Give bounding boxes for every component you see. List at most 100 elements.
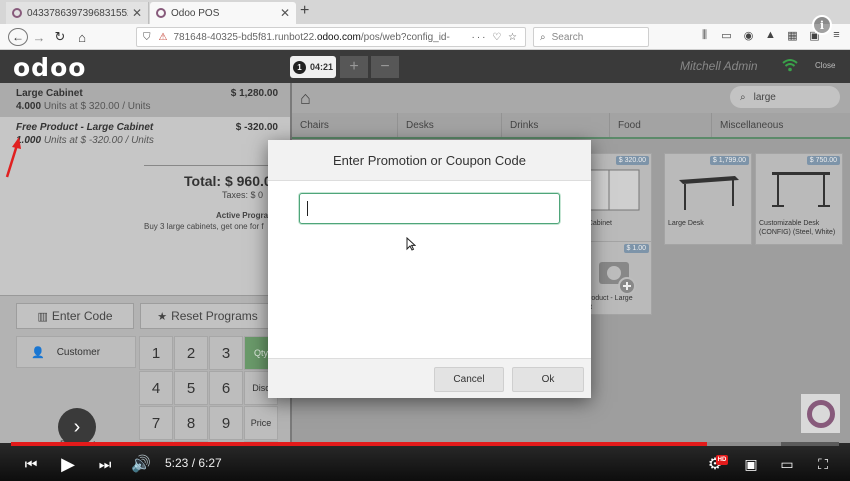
forward-arrow-icon[interactable]: → (32, 28, 46, 46)
text-caret (307, 201, 308, 216)
miniplayer-icon[interactable]: ▣ (740, 453, 762, 475)
order-line-price: $ -320.00 (235, 122, 278, 133)
chevron-right-icon: › (73, 415, 81, 438)
order-taxes: Taxes: $ 0 (222, 190, 264, 200)
category-miscellaneous[interactable]: Miscellaneous (712, 113, 850, 137)
odoo-favicon-icon (12, 8, 22, 18)
coupon-code-input[interactable] (299, 193, 560, 224)
search-icon: ⌕ (740, 91, 746, 103)
odoo-watermark-logo[interactable] (801, 394, 840, 433)
wifi-icon[interactable] (782, 57, 798, 73)
customer-label: Customer (56, 346, 101, 358)
numpad-key-7[interactable]: 7 (139, 406, 173, 440)
price-mode-button[interactable]: Price (244, 406, 278, 440)
active-programs-label: Active Progra (216, 211, 269, 220)
product-price: $ 750.00 (806, 156, 840, 165)
order-line-info: 1.000 Units at $ -320.00 / Units (16, 135, 282, 146)
page-actions-icon[interactable]: ··· ♡ ☆ (472, 32, 519, 43)
tab-title: Odoo POS (171, 7, 220, 19)
numpad-key-2[interactable]: 2 (174, 336, 208, 370)
reader-icon[interactable]: ▭ (720, 29, 733, 42)
url-prefix: 781648-40325-bd5f81.runbot22. (173, 31, 317, 43)
product-search-input[interactable]: ⌕ large (730, 86, 840, 108)
order-line-unit-info: Units at $ -320.00 / Units (43, 135, 154, 146)
numpad-key-1[interactable]: 1 (139, 336, 173, 370)
numpad-key-4[interactable]: 4 (139, 371, 173, 405)
category-food[interactable]: Food (610, 113, 712, 137)
product-card[interactable]: $ 1,799.00 Large Desk (664, 153, 752, 245)
new-tab-icon[interactable]: + (300, 2, 309, 20)
extension-2-icon[interactable]: ▦ (786, 29, 799, 42)
browser-tab-bar: 0433786397396831552 - ✕ Odoo POS ✕ + (0, 0, 850, 24)
control-panel: ▥ Enter Code ★ Reset Programs 👤 Customer… (0, 295, 290, 446)
numpad-key-8[interactable]: 8 (174, 406, 208, 440)
mouse-pointer-icon (406, 237, 416, 251)
user-name[interactable]: Mitchell Admin (680, 59, 758, 73)
browser-tab-1[interactable]: 0433786397396831552 - ✕ (6, 2, 149, 24)
close-tab-icon[interactable]: ✕ (280, 6, 290, 20)
remove-order-button[interactable]: − (371, 56, 399, 78)
next-icon[interactable]: ⏭ (95, 453, 115, 475)
library-icon[interactable]: ⫼ (698, 29, 711, 42)
close-pos-button[interactable]: Close (815, 61, 835, 70)
reset-programs-button[interactable]: ★ Reset Programs (140, 303, 275, 329)
active-program-text: Buy 3 large cabinets, get one for f (144, 222, 264, 231)
close-tab-icon[interactable]: ✕ (132, 6, 142, 20)
url-bar[interactable]: ⛉ ⚠ 781648-40325-bd5f81.runbot22. odoo.co… (136, 27, 526, 47)
numpad-key-5[interactable]: 5 (174, 371, 208, 405)
desk-image (772, 172, 830, 207)
home-category-icon[interactable]: ⌂ (300, 88, 311, 109)
browser-tab-2[interactable]: Odoo POS ✕ (150, 2, 296, 24)
previous-icon[interactable]: ⏮ (21, 453, 41, 475)
url-suffix: /pos/web?config_id- (360, 31, 450, 43)
category-bar: Chairs Desks Drinks Food Miscellaneous (292, 113, 850, 139)
volume-icon[interactable]: 🔊 (130, 453, 152, 475)
customer-button[interactable]: 👤 Customer (16, 336, 136, 368)
ok-button[interactable]: Ok (512, 367, 584, 392)
reset-programs-label: Reset Programs (171, 309, 258, 323)
odoo-ring-icon (806, 399, 835, 428)
red-annotation-arrow-icon (5, 137, 21, 178)
enter-code-button[interactable]: ▥ Enter Code (16, 303, 134, 329)
play-icon[interactable]: ▶ (57, 453, 79, 475)
order-lines: Large Cabinet $ 1,280.00 4.000 Units at … (0, 83, 290, 295)
numpad-key-6[interactable]: 6 (209, 371, 243, 405)
reload-icon[interactable]: ↻ (52, 28, 68, 46)
fullscreen-icon[interactable]: ⛶ (812, 453, 834, 475)
cancel-button[interactable]: Cancel (434, 367, 504, 392)
coupon-code-dialog: Enter Promotion or Coupon Code Cancel Ok (268, 140, 591, 398)
order-line-qty: 4.000 (16, 101, 42, 112)
category-desks[interactable]: Desks (398, 113, 502, 137)
barcode-icon: ▥ (37, 310, 48, 323)
order-number-badge: 1 (292, 60, 306, 74)
numpad-key-3[interactable]: 3 (209, 336, 243, 370)
order-selector-button[interactable]: 1 04:21 (290, 56, 336, 78)
product-price: $ 1,799.00 (709, 156, 749, 165)
order-line[interactable]: Large Cabinet $ 1,280.00 4.000 Units at … (0, 83, 290, 117)
video-info-icon[interactable]: i (812, 15, 832, 35)
menu-icon[interactable]: ≡ (830, 29, 843, 42)
product-name: Large Desk (668, 220, 704, 227)
back-arrow-icon[interactable]: ← (8, 28, 28, 46)
shield-icon: ⛉ (143, 31, 151, 43)
browser-nav-bar: ← → ↻ ⌂ ⛉ ⚠ 781648-40325-bd5f81.runbot22… (0, 24, 850, 50)
order-line-info: 4.000 Units at $ 320.00 / Units (16, 101, 282, 112)
product-name: Customizable Desk (CONFIG) (Steel, White… (759, 220, 836, 236)
video-progress-bar[interactable] (11, 442, 839, 446)
desk-image (679, 176, 739, 210)
extension-icon[interactable]: ▲ (764, 29, 777, 42)
browser-search-input[interactable]: ⌕ Search (533, 27, 649, 47)
order-line-price: $ 1,280.00 (230, 88, 278, 99)
category-chairs[interactable]: Chairs (292, 113, 398, 137)
video-played (11, 442, 707, 446)
add-order-button[interactable]: + (340, 56, 368, 78)
home-icon[interactable]: ⌂ (74, 28, 90, 46)
product-card[interactable]: $ 750.00 Customizable Desk (CONFIG) (Ste… (755, 153, 843, 245)
numpad-key-9[interactable]: 9 (209, 406, 243, 440)
account-icon[interactable]: ◉ (742, 29, 755, 42)
dialog-footer: Cancel Ok (268, 358, 591, 398)
category-drinks[interactable]: Drinks (502, 113, 610, 137)
numpad: 👤 Customer 1 2 3 Qty 4 5 6 Disc 7 8 9 Pr… (16, 336, 290, 446)
order-line[interactable]: Free Product - Large Cabinet $ -320.00 1… (0, 117, 290, 157)
theater-mode-icon[interactable]: ▭ (776, 453, 798, 475)
